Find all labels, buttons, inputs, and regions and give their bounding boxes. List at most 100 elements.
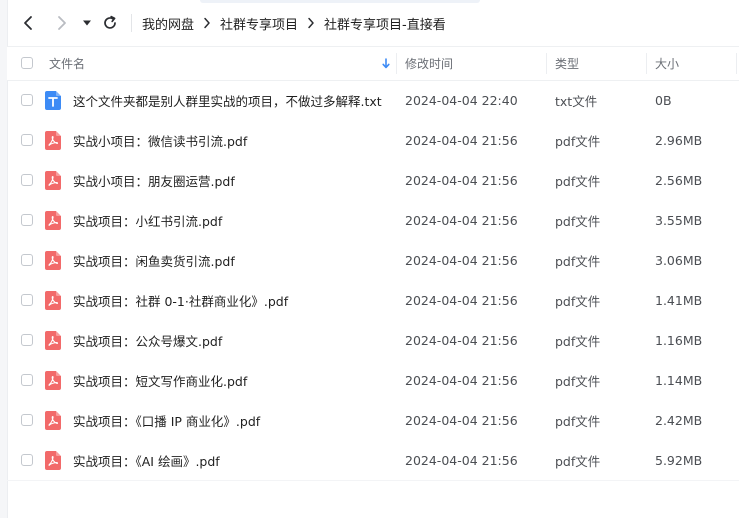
breadcrumb: 我的网盘 社群专享项目 社群专享项目-直接看: [142, 14, 446, 33]
table-row[interactable]: 实战项目：社群 0-1·社群商业化》.pdf 2024-04-04 21:56 …: [7, 280, 739, 320]
row-checkbox[interactable]: [21, 374, 33, 386]
column-resize-handle[interactable]: [736, 53, 737, 74]
column-header-date-label: 修改时间: [405, 57, 454, 71]
pdf-file-icon: [45, 331, 61, 350]
refresh-button[interactable]: [97, 10, 123, 36]
file-size: 1.14MB: [655, 372, 703, 388]
file-size: 2.42MB: [655, 412, 703, 428]
row-checkbox[interactable]: [21, 174, 33, 186]
column-header-type-label: 类型: [555, 57, 580, 71]
row-checkbox[interactable]: [21, 294, 33, 306]
table-row[interactable]: 实战项目：《AI 绘画》.pdf 2024-04-04 21:56 pdf文件 …: [7, 440, 739, 480]
file-name[interactable]: 实战项目：《AI 绘画》.pdf: [73, 440, 220, 480]
file-type: txt文件: [555, 93, 598, 109]
pdf-file-icon: [45, 411, 61, 430]
file-name[interactable]: 实战项目：闲鱼卖货引流.pdf: [73, 240, 235, 280]
pdf-file-icon: [45, 171, 61, 190]
breadcrumb-item-folder[interactable]: 社群专享项目: [220, 14, 298, 33]
table-row[interactable]: 实战小项目：微信读书引流.pdf 2024-04-04 21:56 pdf文件 …: [7, 120, 739, 160]
breadcrumb-item-root[interactable]: 我的网盘: [142, 14, 194, 33]
modified-time: 2024-04-04 21:56: [405, 412, 518, 428]
table-row[interactable]: 实战项目：公众号爆文.pdf 2024-04-04 21:56 pdf文件 1.…: [7, 320, 739, 360]
sort-arrow-down-icon: [382, 58, 390, 69]
modified-time: 2024-04-04 21:56: [405, 252, 518, 268]
row-checkbox[interactable]: [21, 334, 33, 346]
forward-button[interactable]: [49, 10, 75, 36]
file-size: 1.41MB: [655, 292, 703, 308]
file-name[interactable]: 实战小项目：朋友圈运营.pdf: [73, 160, 235, 200]
row-checkbox[interactable]: [21, 214, 33, 226]
row-checkbox[interactable]: [21, 414, 33, 426]
table-row[interactable]: 实战项目：短文写作商业化.pdf 2024-04-04 21:56 pdf文件 …: [7, 360, 739, 400]
file-type: pdf文件: [555, 173, 601, 189]
column-header-size[interactable]: 大小: [655, 47, 679, 80]
sort-indicator[interactable]: [382, 47, 390, 80]
file-size: 2.56MB: [655, 172, 703, 188]
history-dropdown-button[interactable]: [79, 10, 95, 36]
table-row[interactable]: 实战项目：闲鱼卖货引流.pdf 2024-04-04 21:56 pdf文件 3…: [7, 240, 739, 280]
pdf-file-icon: [45, 251, 61, 270]
file-type: pdf文件: [555, 253, 601, 269]
pdf-file-icon: [45, 291, 61, 310]
refresh-icon: [104, 15, 116, 29]
file-name[interactable]: 实战小项目：微信读书引流.pdf: [73, 120, 247, 160]
column-resize-handle[interactable]: [546, 53, 547, 74]
select-all-checkbox[interactable]: [21, 57, 33, 69]
table-row[interactable]: 实战项目：小红书引流.pdf 2024-04-04 21:56 pdf文件 3.…: [7, 200, 739, 240]
column-header-type[interactable]: 类型: [555, 47, 579, 80]
file-name[interactable]: 实战项目：短文写作商业化.pdf: [73, 360, 247, 400]
nav-divider: [131, 14, 132, 32]
file-type: pdf文件: [555, 453, 601, 469]
pdf-file-icon: [45, 451, 61, 470]
pdf-file-icon: [45, 211, 61, 230]
file-name[interactable]: 实战项目：小红书引流.pdf: [73, 200, 222, 240]
file-type: pdf文件: [555, 333, 601, 349]
file-list: 这个文件夹都是别人群里实战的项目，不做过多解释.txt 2024-04-04 2…: [7, 80, 739, 480]
file-type: pdf文件: [555, 413, 601, 429]
column-header-name[interactable]: 文件名: [49, 47, 85, 80]
column-resize-handle[interactable]: [396, 53, 397, 74]
file-type: pdf文件: [555, 373, 601, 389]
row-checkbox[interactable]: [21, 94, 33, 106]
file-size: 3.06MB: [655, 252, 703, 268]
breadcrumb-separator-icon: [200, 16, 214, 30]
navigation-bar: 我的网盘 社群专享项目 社群专享项目-直接看: [7, 0, 739, 46]
file-name[interactable]: 实战项目：《口播 IP 商业化》.pdf: [73, 400, 260, 440]
column-header-name-label: 文件名: [49, 57, 86, 71]
pdf-file-icon: [45, 131, 61, 150]
file-size: 0B: [655, 92, 672, 108]
file-size: 2.96MB: [655, 132, 703, 148]
table-row[interactable]: 实战项目：《口播 IP 商业化》.pdf 2024-04-04 21:56 pd…: [7, 400, 739, 440]
modified-time: 2024-04-04 21:56: [405, 172, 518, 188]
file-size: 1.16MB: [655, 332, 703, 348]
row-checkbox[interactable]: [21, 134, 33, 146]
caret-down-icon: [83, 20, 91, 26]
row-checkbox[interactable]: [21, 454, 33, 466]
modified-time: 2024-04-04 21:56: [405, 452, 518, 468]
column-header-size-label: 大小: [655, 57, 680, 71]
row-checkbox[interactable]: [21, 254, 33, 266]
file-size: 3.55MB: [655, 212, 703, 228]
file-type: pdf文件: [555, 133, 601, 149]
column-resize-handle[interactable]: [646, 53, 647, 74]
breadcrumb-separator-icon: [304, 16, 318, 30]
breadcrumb-item-current[interactable]: 社群专享项目-直接看: [324, 14, 446, 33]
file-size: 5.92MB: [655, 452, 703, 468]
file-name[interactable]: 这个文件夹都是别人群里实战的项目，不做过多解释.txt: [73, 80, 382, 120]
chevron-right-icon: [58, 16, 66, 30]
table-row[interactable]: 实战小项目：朋友圈运营.pdf 2024-04-04 21:56 pdf文件 2…: [7, 160, 739, 200]
list-bottom-divider: [7, 480, 739, 481]
modified-time: 2024-04-04 21:56: [405, 332, 518, 348]
txt-file-icon: [45, 91, 61, 110]
column-header-date[interactable]: 修改时间: [405, 47, 453, 80]
file-name[interactable]: 实战项目：公众号爆文.pdf: [73, 320, 222, 360]
file-type: pdf文件: [555, 293, 601, 309]
pdf-file-icon: [45, 371, 61, 390]
table-row[interactable]: 这个文件夹都是别人群里实战的项目，不做过多解释.txt 2024-04-04 2…: [7, 80, 739, 120]
modified-time: 2024-04-04 21:56: [405, 132, 518, 148]
chevron-left-icon: [24, 16, 32, 30]
modified-time: 2024-04-04 21:56: [405, 372, 518, 388]
file-name[interactable]: 实战项目：社群 0-1·社群商业化》.pdf: [73, 280, 288, 320]
file-type: pdf文件: [555, 213, 601, 229]
back-button[interactable]: [15, 10, 41, 36]
